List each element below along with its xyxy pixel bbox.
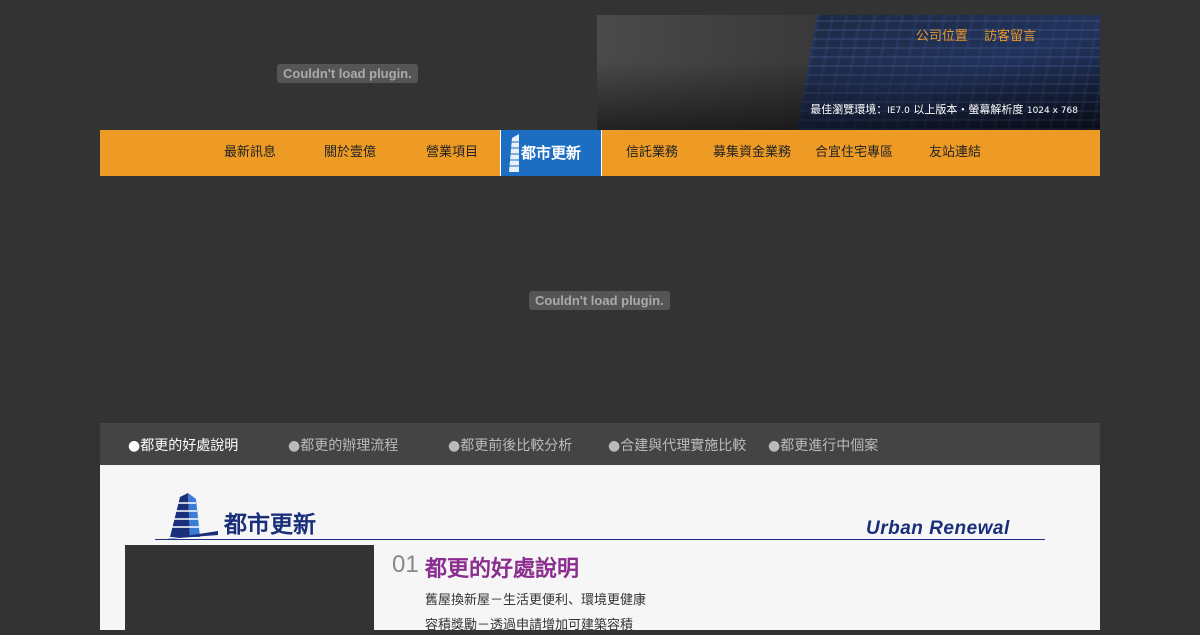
content-panel: 都市更新 Urban Renewal 01 都更的好處說明 舊屋換新屋－生活更便… [100,465,1100,635]
header-links: 公司位置 訪客留言 [904,25,1036,44]
subnav-comparison[interactable]: ●都更前後比較分析 [448,435,572,455]
nav-item-urban-renewal[interactable]: 都市更新 [500,130,602,176]
browse-note: 最佳瀏覽環境：IE7.0 以上版本・螢幕解析度 1024 x 768 [810,103,1078,116]
section-header-title: 都市更新 [224,511,316,538]
sub-nav: ●都更的好處說明 ●都更的辦理流程 ●都更前後比較分析 ●合建與代理實施比較 ●… [100,423,1100,465]
nav-item-news[interactable]: 最新訊息 [210,130,290,176]
media-placeholder [125,545,374,635]
nav-item-business[interactable]: 營業項目 [412,130,492,176]
nav-item-fundraising[interactable]: 募集資金業務 [706,130,798,176]
section-header-english: Urban Renewal [866,518,1010,539]
benefit-line-2: 容積獎勵－透過申請增加可建築容積 [425,618,634,633]
plugin-error-main: Couldn't load plugin. [529,291,670,310]
main-nav: 最新訊息 關於壹億 營業項目 都市更新 信託業務 募集資金業務 合宜住宅專區 友… [100,130,1100,176]
subnav-benefits[interactable]: ●都更的好處說明 [128,435,238,455]
nav-item-about[interactable]: 關於壹億 [310,130,390,176]
nav-item-trust[interactable]: 信託業務 [612,130,692,176]
company-location-link[interactable]: 公司位置 [916,29,968,44]
subnav-cooperation[interactable]: ●合建與代理實施比較 [608,435,746,455]
header-divider [155,539,1045,540]
benefit-line-1: 舊屋換新屋－生活更便利、環境更健康 [425,593,647,608]
subnav-process[interactable]: ●都更的辦理流程 [288,435,398,455]
header-banner: 公司位置 訪客留言 最佳瀏覽環境：IE7.0 以上版本・螢幕解析度 1024 x… [597,15,1100,130]
plugin-error-top: Couldn't load plugin. [277,64,418,83]
section-number: 01 [392,551,419,578]
guestbook-link[interactable]: 訪客留言 [984,29,1036,44]
section-title: 都更的好處說明 [425,556,580,582]
urban-renewal-logo-icon [166,493,218,539]
nav-item-affordable-housing[interactable]: 合宜住宅專區 [808,130,900,176]
nav-item-links[interactable]: 友站連結 [915,130,995,176]
subnav-ongoing-cases[interactable]: ●都更進行中個案 [768,435,878,455]
